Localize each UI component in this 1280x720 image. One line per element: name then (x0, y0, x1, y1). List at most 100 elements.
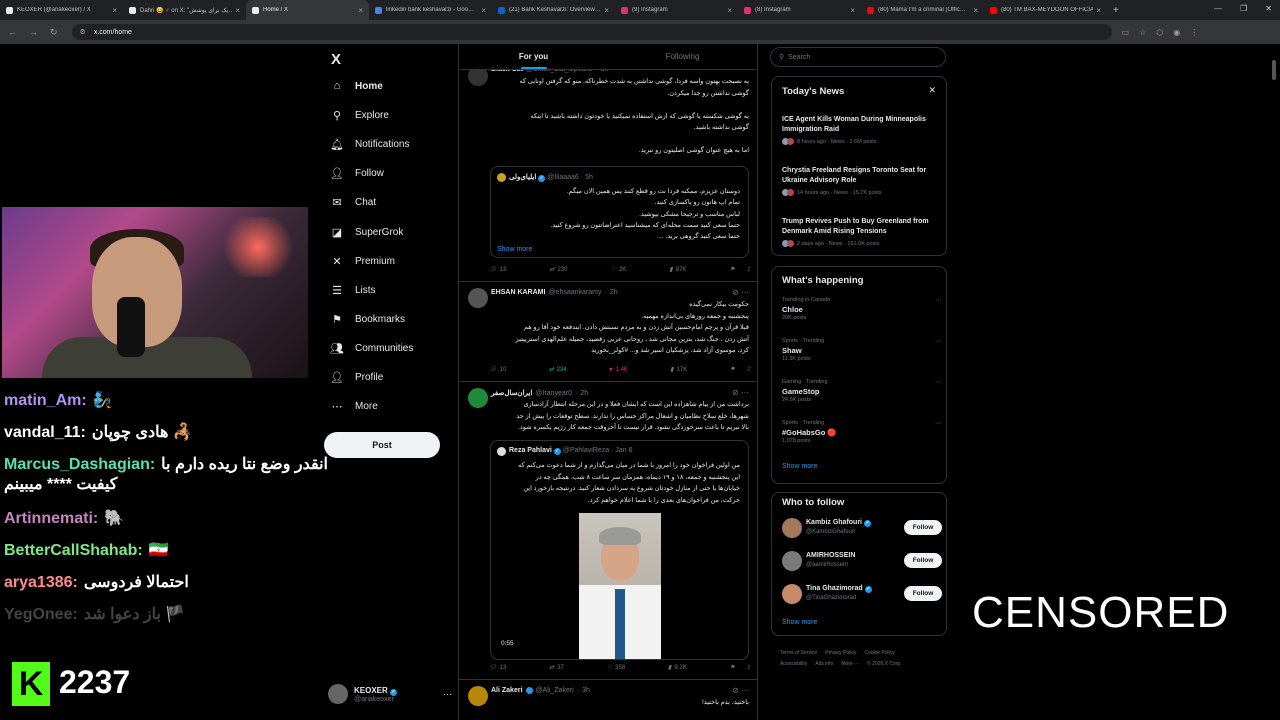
bookmark-icon[interactable]: ⚑ (730, 664, 735, 671)
footer-link[interactable]: Privacy Policy (825, 650, 856, 656)
post-button[interactable]: Post (324, 432, 440, 458)
views-button[interactable]: ▮ 87K (669, 266, 686, 274)
browser-tab[interactable]: (80) TM BAX-MEYDOON OFFICIA… × (984, 0, 1107, 20)
browser-tab[interactable]: Dahri 😄 ♂ on X: "یک برای پوشش…× (123, 0, 246, 20)
more-icon[interactable]: ⊘ ··· (732, 388, 749, 397)
repost-button[interactable]: ⇄ 37 (549, 664, 564, 672)
tweet-author[interactable]: EHSAN KARAMI (491, 289, 545, 296)
reply-button[interactable]: 💬︎ 10 (489, 366, 506, 374)
bookmark-star-icon[interactable]: ☆ (1139, 28, 1146, 37)
sidebar-item-follow[interactable]: 👤︎ Follow (330, 167, 384, 180)
forward-icon[interactable]: → (29, 27, 38, 38)
sidebar-item-premium[interactable]: ✕ Premium (330, 255, 395, 268)
close-icon[interactable]: × (481, 6, 486, 15)
close-icon[interactable]: × (112, 6, 117, 15)
search-input[interactable]: ⚲ Search (770, 47, 946, 67)
reply-button[interactable]: 💬︎ 13 (489, 664, 506, 672)
tweet[interactable]: Ali Zakeri ✓ @Ali_Zakeri · 3h ⊘ ··· باختید، … (459, 680, 757, 720)
more-icon[interactable]: ··· (935, 338, 942, 345)
news-item[interactable]: ICE Agent Kills Woman During Minneapolis… (782, 115, 942, 145)
sidebar-item-supergrok[interactable]: ◪ SuperGrok (330, 226, 404, 239)
quoted-tweet[interactable]: ایلیای‌ولی ✓ @Iliaaaa6 · 5h دوستان عزیزم… (490, 166, 749, 258)
trend-item[interactable]: Sports · Trending Shaw 11.3K posts ··· (782, 338, 942, 374)
browser-tab[interactable]: Home / X × (246, 0, 369, 20)
reload-icon[interactable]: ↻ (50, 27, 58, 38)
like-button[interactable]: ♡ 2K (611, 266, 627, 274)
tab-for-you[interactable]: For you (459, 44, 608, 69)
views-button[interactable]: ▮ 17K (670, 366, 687, 374)
minimize-icon[interactable]: — (1214, 4, 1222, 13)
close-icon[interactable]: × (1096, 6, 1101, 15)
tweet[interactable]: EHSAN KARAMI @ehsaankaramy · 2h ⊘ ··· حکومت… (459, 282, 757, 382)
show-more-link[interactable]: Show more (497, 246, 532, 253)
site-info-icon[interactable]: ⚙ (80, 28, 86, 36)
close-icon[interactable]: × (973, 6, 978, 15)
scrollbar[interactable] (1272, 60, 1276, 80)
sidebar-item-explore[interactable]: ⚲ Explore (330, 109, 389, 122)
more-icon[interactable]: ··· (935, 420, 942, 427)
browser-tab[interactable]: (8) Instagram × (738, 0, 861, 20)
profile-icon[interactable]: ◉ (1173, 28, 1180, 37)
sidebar-item-bookmarks[interactable]: ⚑ Bookmarks (330, 313, 405, 326)
browser-tab[interactable]: (21) Bank Keshavarzi: Overview… × (492, 0, 615, 20)
follow-button[interactable]: Follow (904, 586, 942, 601)
quoted-tweet[interactable]: Reza Pahlavi ✓ @PahlaviReza · Jan 6 من ا… (490, 440, 749, 660)
like-button[interactable]: ♡ 358 (607, 664, 625, 672)
footer-link[interactable]: More ··· (841, 661, 859, 667)
more-icon[interactable]: ··· (935, 297, 942, 304)
bookmark-icon[interactable]: ⚑ (730, 366, 735, 373)
browser-tab[interactable]: linkedin bank keshavarzi - Goo… × (369, 0, 492, 20)
follow-button[interactable]: Follow (904, 520, 942, 535)
close-icon[interactable]: × (727, 6, 732, 15)
account-switcher[interactable]: KEOXER ✓ @ariakeoxer ··· (328, 684, 452, 704)
sidebar-item-profile[interactable]: 👤︎ Profile (330, 371, 383, 384)
extension-icon[interactable]: ⬡ (1156, 28, 1163, 37)
more-icon[interactable]: ⊘ ··· (732, 288, 749, 297)
trend-item[interactable]: Sports · Trending #GoHabsGo 🔴 1,078 posts ·… (782, 420, 942, 456)
tweet[interactable]: ایران‌سال‌صفر @Iranyear0 · 2h ⊘ ··· برداشت … (459, 382, 757, 680)
browser-tab[interactable]: (9) Instagram × (615, 0, 738, 20)
footer-link[interactable]: Cookie Policy (864, 650, 894, 656)
close-icon[interactable]: × (604, 6, 609, 15)
footer-link[interactable]: Ads info (815, 661, 833, 667)
trend-item[interactable]: Trending in Canada Chloe 20K posts ··· (782, 297, 942, 333)
news-item[interactable]: Trump Revives Push to Buy Greenland from… (782, 217, 942, 247)
repost-button[interactable]: ⇄ 234 (549, 366, 567, 374)
follow-suggestion[interactable]: Tina Ghazimorad ✓ @TinaGhazimorad Follow (782, 583, 942, 605)
show-more-link[interactable]: Show more (782, 619, 817, 626)
follow-button[interactable]: Follow (904, 553, 942, 568)
x-logo-icon[interactable]: X (331, 51, 341, 68)
back-icon[interactable]: ← (8, 27, 17, 38)
sidebar-item-communities[interactable]: 👥︎ Communities (330, 342, 413, 355)
cast-icon[interactable]: ▭ (1122, 28, 1130, 37)
more-icon[interactable]: ⊘ ··· (732, 686, 749, 695)
tweet[interactable]: Black Cat@Black_Cat_Speaks·5h ··· یه نصی… (459, 62, 757, 282)
share-icon[interactable]: ⇪ (746, 366, 751, 373)
tweet-author[interactable]: Ali Zakeri (491, 687, 523, 694)
close-icon[interactable]: ✕ (1265, 4, 1272, 13)
footer-link[interactable]: Terms of Service (780, 650, 817, 656)
sidebar-item-more[interactable]: ⋯ More (330, 400, 378, 413)
repost-button[interactable]: ⇄ 230 (549, 266, 567, 274)
bookmark-icon[interactable]: ⚑ (730, 266, 735, 273)
browser-tab[interactable]: (80) Mama I'm a criminal (Offic… × (861, 0, 984, 20)
reply-button[interactable]: 💬︎ 13 (489, 266, 506, 274)
news-item[interactable]: Chrystia Freeland Resigns Toronto Seat f… (782, 166, 942, 196)
menu-icon[interactable]: ⋮ (1190, 28, 1198, 37)
more-icon[interactable]: ··· (443, 689, 452, 699)
tweet-author[interactable]: ایران‌سال‌صفر (491, 389, 532, 397)
sidebar-item-lists[interactable]: ☰ Lists (330, 284, 376, 297)
maximize-icon[interactable]: ❐ (1240, 4, 1247, 13)
share-icon[interactable]: ⇪ (746, 266, 751, 273)
sidebar-item-chat[interactable]: ✉ Chat (330, 196, 376, 209)
new-tab-icon[interactable]: + (1113, 5, 1119, 16)
follow-suggestion[interactable]: Kambiz Ghafouri ✓ @KambizGhafouri Follow (782, 517, 942, 539)
footer-link[interactable]: Accessibility (780, 661, 807, 667)
follow-suggestion[interactable]: AMIRHOSSEIN @aamirhossein Follow (782, 550, 942, 572)
more-icon[interactable]: ··· (935, 379, 942, 386)
browser-tab[interactable]: KEOXER (@ariakeoxer) / X × (0, 0, 123, 20)
tab-following[interactable]: Following (608, 44, 757, 69)
sidebar-item-notifications[interactable]: 🔔︎ Notifications (330, 138, 409, 151)
url-bar[interactable]: ⚙ x.com/home (71, 24, 1112, 40)
close-icon[interactable]: × (850, 6, 855, 15)
